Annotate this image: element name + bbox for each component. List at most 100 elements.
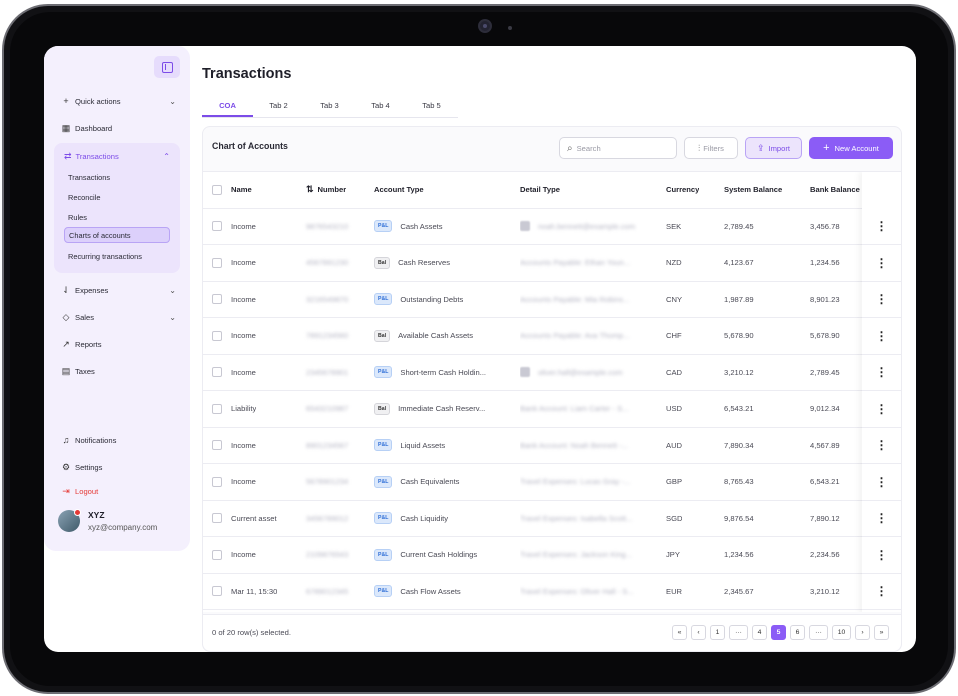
- sidebar-item-transactions[interactable]: ⇄ Transactions ⌃: [64, 151, 170, 162]
- cell-number: 3216549870: [306, 294, 349, 304]
- row-menu-icon[interactable]: ⋮: [862, 282, 901, 318]
- checkbox[interactable]: [212, 294, 222, 305]
- tab-4[interactable]: Tab 4: [355, 98, 406, 117]
- checkbox[interactable]: [212, 367, 222, 378]
- table-row[interactable]: Income 2345678901 P&L Short-term Cash Holdi…: [203, 355, 901, 391]
- checkbox[interactable]: [212, 184, 222, 195]
- row-checkbox[interactable]: [212, 537, 222, 573]
- row-menu-icon[interactable]: ⋮: [862, 464, 901, 501]
- first-page-icon[interactable]: «: [672, 625, 687, 640]
- sidebar-item-quick-actions[interactable]: + Quick actions ⌄: [60, 93, 176, 109]
- table-row[interactable]: Income 7891234560 Bal Available Cash Assets…: [203, 318, 901, 355]
- next-page-icon[interactable]: ›: [855, 625, 870, 640]
- row-checkbox[interactable]: [212, 355, 222, 391]
- filters-button[interactable]: ⫶ Filters: [684, 137, 738, 159]
- checkbox[interactable]: [212, 549, 222, 560]
- tab-2[interactable]: Tab 2: [253, 98, 304, 117]
- sidebar-item-sales[interactable]: ◇ Sales ⌄: [60, 309, 176, 325]
- cell-bank-balance: 3,210.12: [810, 586, 840, 596]
- sidebar-item-taxes[interactable]: ▤ Taxes: [60, 363, 176, 379]
- row-checkbox[interactable]: [212, 391, 222, 427]
- checkbox[interactable]: [212, 403, 222, 414]
- table-row[interactable]: Liability 6543210987 Bal Immediate Cash Res…: [203, 391, 901, 428]
- row-menu-icon[interactable]: ⋮: [862, 355, 901, 391]
- tab-5[interactable]: Tab 5: [406, 98, 457, 117]
- column-account-type[interactable]: Account Type: [374, 172, 424, 208]
- column-currency[interactable]: Currency: [666, 172, 699, 208]
- row-checkbox[interactable]: [212, 428, 222, 464]
- column-name[interactable]: Name: [231, 172, 252, 208]
- table-row[interactable]: Income 4567891230 Bal Cash Reserves Accounts…: [203, 245, 901, 282]
- page-ellipsis[interactable]: ···: [729, 625, 748, 640]
- column-bank-balance[interactable]: Bank Balance: [810, 172, 860, 208]
- table-row[interactable]: Current asset 3456789012 P&L Cash Liquidity…: [203, 501, 901, 537]
- checkbox[interactable]: [212, 257, 222, 268]
- import-button[interactable]: ⇪ Import: [745, 137, 802, 159]
- chevron-down-icon: ⌄: [169, 312, 176, 322]
- sidebar-subitem-recurring-transactions[interactable]: Recurring transactions: [68, 248, 174, 264]
- table-row[interactable]: Income 9876543210 P&L Cash Assets noah.benne…: [203, 209, 901, 245]
- sidebar-item-logout[interactable]: ⇥ Logout: [60, 483, 176, 499]
- column-number[interactable]: ⇅ Number: [306, 172, 346, 208]
- search-input[interactable]: ⌕ Search: [559, 137, 677, 159]
- row-checkbox[interactable]: [212, 318, 222, 354]
- table-row[interactable]: Income 8901234567 P&L Liquid Assets Bank Acc…: [203, 428, 901, 464]
- sidebar-item-label: Expenses: [75, 285, 109, 295]
- table-row[interactable]: Income 3216549870 P&L Outstanding Debts Acco…: [203, 282, 901, 318]
- last-page-icon[interactable]: »: [874, 625, 889, 640]
- sidebar-collapse-button[interactable]: [154, 56, 180, 78]
- sidebar-item-dashboard[interactable]: ▦ Dashboard: [60, 120, 176, 136]
- tab-coa[interactable]: COA: [202, 98, 253, 117]
- tab-3[interactable]: Tab 3: [304, 98, 355, 117]
- row-menu-icon[interactable]: ⋮: [862, 391, 901, 428]
- row-menu-icon[interactable]: ⋮: [862, 318, 901, 355]
- sidebar-subitem-transactions[interactable]: Transactions: [68, 169, 174, 185]
- sidebar-subitem-reconcile[interactable]: Reconcile: [68, 189, 174, 205]
- page-ellipsis[interactable]: ···: [809, 625, 828, 640]
- sidebar-item-notifications[interactable]: ♫ Notifications: [60, 432, 176, 448]
- user-profile[interactable]: XYZ xyz@company.com: [58, 509, 157, 532]
- row-menu-icon[interactable]: ⋮: [862, 209, 901, 245]
- row-checkbox[interactable]: [212, 209, 222, 245]
- cell-account-type: P&L Outstanding Debts: [374, 282, 514, 318]
- cell-account-type: P&L Short-term Cash Holdin...: [374, 355, 514, 391]
- row-checkbox[interactable]: [212, 574, 222, 610]
- page-button[interactable]: 5: [771, 625, 786, 640]
- row-checkbox[interactable]: [212, 282, 222, 318]
- cell-system-balance: 4,123.67: [724, 258, 754, 268]
- row-menu-icon[interactable]: ⋮: [862, 501, 901, 537]
- cell-currency: CNY: [666, 294, 683, 304]
- row-checkbox[interactable]: [212, 245, 222, 281]
- page-button[interactable]: 10: [832, 625, 851, 640]
- page-button[interactable]: 4: [752, 625, 767, 640]
- sidebar-item-label: Transactions: [75, 152, 119, 161]
- table-row[interactable]: Income 5678901234 P&L Cash Equivalents Trave…: [203, 464, 901, 501]
- sort-icon[interactable]: ⇅: [306, 184, 314, 195]
- sidebar-subitem-rules[interactable]: Rules: [68, 209, 174, 225]
- checkbox[interactable]: [212, 476, 222, 487]
- prev-page-icon[interactable]: ‹: [691, 625, 706, 640]
- column-system-balance[interactable]: System Balance: [724, 172, 782, 208]
- new-account-button[interactable]: + New Account: [809, 137, 893, 159]
- sidebar-item-reports[interactable]: ↗ Reports: [60, 336, 176, 352]
- column-detail-type[interactable]: Detail Type: [520, 172, 560, 208]
- checkbox[interactable]: [212, 330, 222, 341]
- table-row[interactable]: Income 2109876543 P&L Current Cash Holdings…: [203, 537, 901, 574]
- row-menu-icon[interactable]: ⋮: [862, 428, 901, 464]
- row-menu-icon[interactable]: ⋮: [862, 245, 901, 282]
- row-checkbox[interactable]: [212, 464, 222, 500]
- row-checkbox[interactable]: [212, 501, 222, 537]
- checkbox[interactable]: [212, 586, 222, 597]
- page-button[interactable]: 1: [710, 625, 725, 640]
- row-menu-icon[interactable]: ⋮: [862, 574, 901, 610]
- checkbox[interactable]: [212, 440, 222, 451]
- checkbox[interactable]: [212, 221, 222, 232]
- page-button[interactable]: 6: [790, 625, 805, 640]
- row-menu-icon[interactable]: ⋮: [862, 537, 901, 574]
- table-row[interactable]: Mar 11, 15:30 6789012345 P&L Cash Flow Asse…: [203, 574, 901, 610]
- checkbox[interactable]: [212, 513, 222, 524]
- sidebar-item-expenses[interactable]: ⇃ Expenses ⌄: [60, 282, 176, 298]
- sidebar-subitem-charts-of-accounts[interactable]: Charts of accounts: [64, 227, 170, 243]
- select-all-checkbox[interactable]: [212, 172, 222, 208]
- sidebar-item-settings[interactable]: ⚙ Settings: [60, 459, 176, 475]
